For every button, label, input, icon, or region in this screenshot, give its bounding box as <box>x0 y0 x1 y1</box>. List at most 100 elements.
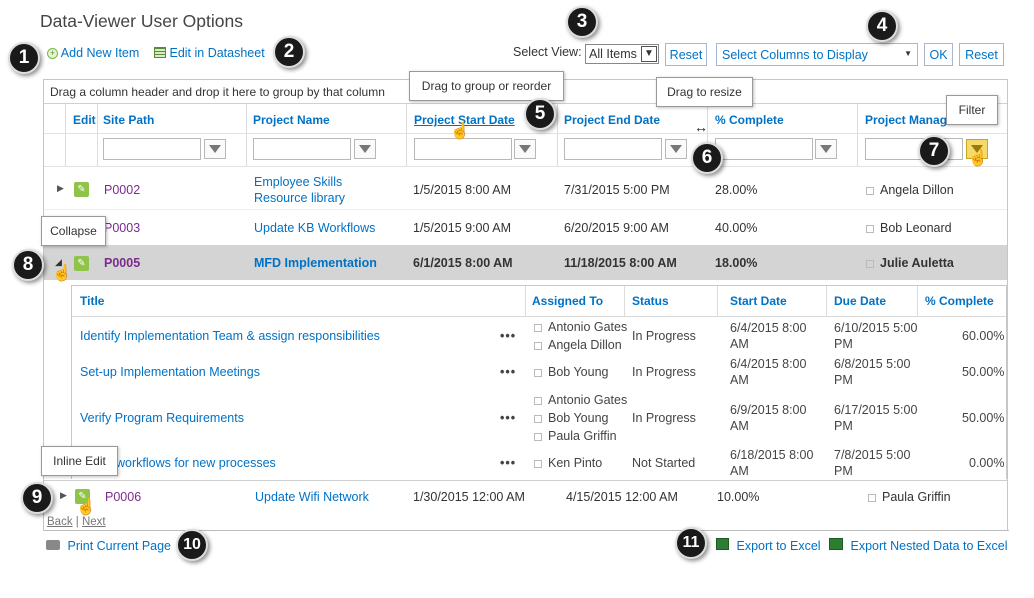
nested-header-percent[interactable]: % Complete <box>925 294 994 308</box>
column-header-project-manager[interactable]: Project Manag <box>865 113 947 127</box>
task-percent: 50.00% <box>962 411 1005 425</box>
task-status: In Progress <box>632 329 696 343</box>
filter-input-project-name[interactable] <box>253 138 351 160</box>
hand-cursor-icon: ☝ <box>450 123 470 140</box>
more-options-icon[interactable]: ••• <box>500 365 516 379</box>
filter-button-end-date[interactable] <box>665 139 687 159</box>
filter-button-percent[interactable] <box>815 139 837 159</box>
start-date-value: 6/1/2015 8:00 AM <box>413 256 513 270</box>
add-icon: + <box>47 48 58 59</box>
datasheet-icon <box>154 47 166 58</box>
project-name-link[interactable]: Update Wifi Network <box>255 490 369 504</box>
callout-6: 6 <box>691 142 723 174</box>
percent-value: 18.00% <box>715 256 758 270</box>
export-nested-label: Export Nested Data to Excel <box>850 539 1008 553</box>
printer-icon <box>46 540 60 550</box>
select-view-label: Select View: <box>513 45 582 59</box>
task-start-date-line2: AM <box>730 337 749 351</box>
task-title-link[interactable]: Set-up Implementation Meetings <box>80 365 260 379</box>
task-title-link[interactable]: Identify Implementation Team & assign re… <box>80 329 380 343</box>
task-start-date-line2: AM <box>730 464 749 478</box>
next-link[interactable]: Next <box>82 516 106 528</box>
edit-datasheet-link[interactable]: Edit in Datasheet <box>154 46 265 60</box>
project-name-link[interactable]: Employee Skills <box>254 175 342 189</box>
excel-icon <box>716 538 729 550</box>
nested-header-start[interactable]: Start Date <box>730 294 787 308</box>
ok-button[interactable]: OK <box>924 43 953 66</box>
inline-edit-pencil-icon[interactable]: ✎ <box>74 256 89 271</box>
filter-input-start-date[interactable] <box>414 138 512 160</box>
tooltip-filter: Filter <box>946 95 998 125</box>
funnel-icon <box>519 145 531 153</box>
print-label: Print Current Page <box>67 539 172 553</box>
hand-cursor-icon: ☝ <box>968 150 988 167</box>
start-date-value: 1/30/2015 12:00 AM <box>413 490 525 504</box>
column-header-project-end-date[interactable]: Project End Date <box>564 113 660 127</box>
nested-header-status[interactable]: Status <box>632 294 669 308</box>
back-link[interactable]: Back <box>47 516 73 528</box>
filter-input-end-date[interactable] <box>564 138 662 160</box>
caret-down-icon: ▼ <box>904 49 912 58</box>
project-name-link[interactable]: MFD Implementation <box>254 256 377 270</box>
print-current-page-link[interactable]: Print Current Page <box>46 539 171 553</box>
callout-9: 9 <box>21 482 53 514</box>
nested-header-title[interactable]: Title <box>80 294 104 308</box>
task-due-date: 6/10/2015 5:00 <box>834 321 918 335</box>
filter-button-project-name[interactable] <box>354 139 376 159</box>
filter-input-site-path[interactable] <box>103 138 201 160</box>
columns-reset-button[interactable]: Reset <box>959 43 1004 66</box>
manager-value: Angela Dillon <box>866 183 954 197</box>
assignee: Antonio Gates <box>534 393 627 407</box>
person-checkbox-icon <box>868 493 876 502</box>
task-title-link[interactable]: Verify Program Requirements <box>80 411 244 425</box>
task-title-link[interactable]: workflows for new processes <box>116 456 276 470</box>
export-nested-excel-link[interactable]: Export Nested Data to Excel <box>829 538 1008 553</box>
column-header-percent-complete[interactable]: % Complete <box>715 113 784 127</box>
hand-cursor-icon: ☝ <box>52 265 72 282</box>
column-header-edit[interactable]: Edit <box>73 113 96 127</box>
expand-icon[interactable]: ▶ <box>60 490 67 501</box>
person-checkbox-icon <box>866 224 874 233</box>
funnel-icon <box>209 145 221 153</box>
group-by-drop-zone[interactable]: Drag a column header and drop it here to… <box>50 85 385 99</box>
tooltip-collapse: Collapse <box>41 216 106 246</box>
percent-value: 28.00% <box>715 183 758 197</box>
callout-11: 11 <box>675 527 707 559</box>
resize-cursor-icon: ↔ <box>694 119 708 135</box>
column-header-project-name[interactable]: Project Name <box>253 113 330 127</box>
more-options-icon[interactable]: ••• <box>500 329 516 343</box>
tooltip-resize: Drag to resize <box>656 77 753 107</box>
add-new-item-link[interactable]: + Add New Item <box>47 46 139 60</box>
task-percent: 0.00% <box>969 456 1005 470</box>
site-path-link[interactable]: P0005 <box>104 256 140 270</box>
filter-input-percent[interactable] <box>715 138 813 160</box>
nested-header-assigned[interactable]: Assigned To <box>532 294 603 308</box>
column-header-site-path[interactable]: Site Path <box>103 113 154 127</box>
funnel-icon <box>820 145 832 153</box>
project-name-link[interactable]: Update KB Workflows <box>254 221 375 235</box>
callout-8: 8 <box>12 249 44 281</box>
pager: Back | Next <box>47 516 106 528</box>
inline-edit-pencil-icon[interactable]: ✎ <box>74 182 89 197</box>
end-date-value: 6/20/2015 9:00 AM <box>564 221 669 235</box>
columns-select[interactable]: Select Columns to Display ▼ <box>716 43 918 66</box>
filter-button-start-date[interactable] <box>514 139 536 159</box>
site-path-link[interactable]: P0002 <box>104 183 140 197</box>
nested-header-due[interactable]: Due Date <box>834 294 886 308</box>
view-reset-button[interactable]: Reset <box>665 43 707 66</box>
more-options-icon[interactable]: ••• <box>500 411 516 425</box>
site-path-link[interactable]: P0003 <box>104 221 140 235</box>
selected-row[interactable] <box>44 245 1007 280</box>
edit-datasheet-label: Edit in Datasheet <box>169 46 265 60</box>
callout-5: 5 <box>524 98 556 130</box>
expand-icon[interactable]: ▶ <box>57 183 64 194</box>
end-date-value: 11/18/2015 8:00 AM <box>564 256 677 270</box>
more-options-icon[interactable]: ••• <box>500 456 516 470</box>
task-due-date: 7/8/2015 5:00 <box>834 448 911 462</box>
task-due-date-line2: PM <box>834 373 853 387</box>
filter-button-site-path[interactable] <box>204 139 226 159</box>
view-select[interactable]: All Items ▼ <box>585 44 659 64</box>
project-name-link-line2[interactable]: Resource library <box>254 191 345 205</box>
export-excel-link[interactable]: Export to Excel <box>716 538 821 553</box>
site-path-link[interactable]: P0006 <box>105 490 141 504</box>
